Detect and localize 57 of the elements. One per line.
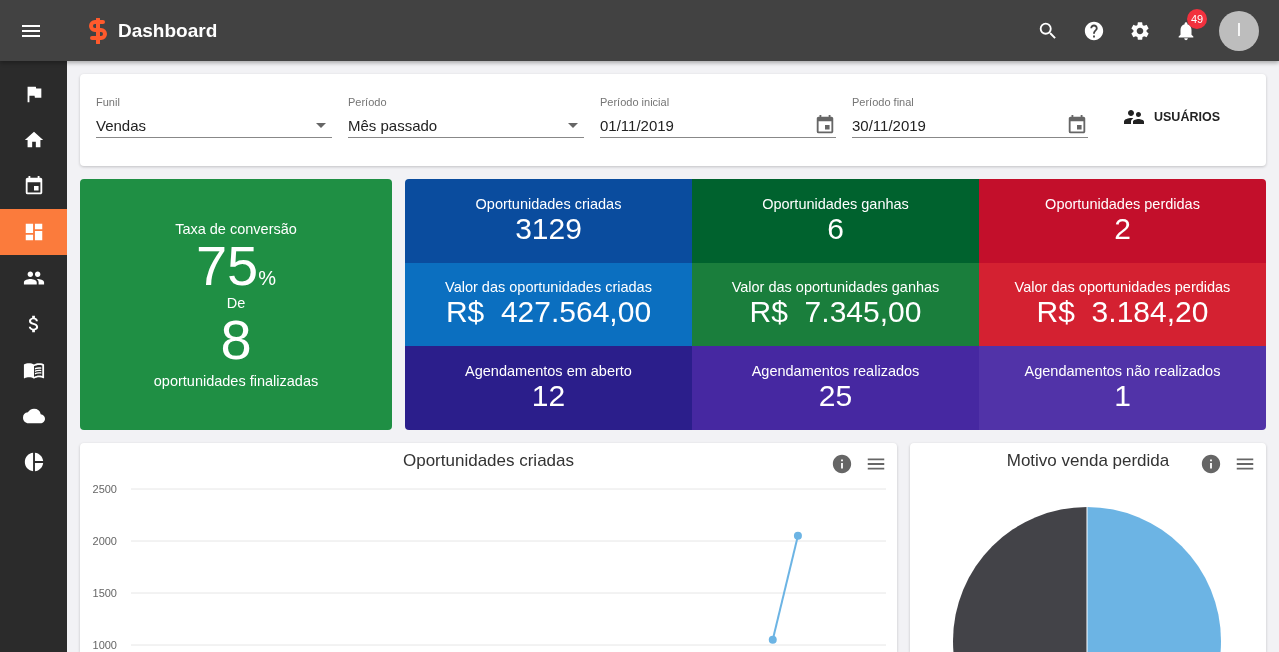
connector-text: De xyxy=(226,294,246,311)
info-icon[interactable] xyxy=(831,453,853,475)
chart-title: Motivo venda perdida xyxy=(1006,451,1170,470)
help-icon[interactable] xyxy=(1083,19,1105,42)
stat-value: 6 xyxy=(827,211,844,246)
stat-label: Valor das oportunidades perdidas xyxy=(1014,279,1231,296)
field-value: Mês passado xyxy=(348,116,438,134)
stat-value: R$ 3.184,20 xyxy=(1036,295,1209,330)
caret-icon xyxy=(568,122,578,128)
users-button[interactable]: USUÁRIOS xyxy=(1118,97,1224,137)
chart-title: Oportunidades criadas xyxy=(402,451,574,470)
stat-value: 2 xyxy=(1114,211,1131,246)
caret-icon xyxy=(316,122,326,128)
date-field[interactable]: Período inicial 01/11/2019 xyxy=(600,96,836,138)
stat-label: Agendamentos em aberto xyxy=(465,363,632,380)
axis-tick-label: 1500 xyxy=(92,587,117,599)
info-icon[interactable] xyxy=(1200,453,1222,475)
stat-value: 3129 xyxy=(515,211,582,246)
conversion-rate: 75 xyxy=(195,236,259,295)
percent-sign: % xyxy=(258,266,277,290)
select-field[interactable]: Funil Vendas xyxy=(96,96,332,138)
date-field[interactable]: Período final 30/11/2019 xyxy=(852,96,1088,138)
axis-tick-label: 2500 xyxy=(92,483,117,495)
stat-value: R$ 427.564,00 xyxy=(445,295,652,330)
stat-label: Oportunidades criadas xyxy=(475,195,622,212)
field-value: 30/11/2019 xyxy=(852,116,926,134)
stat-value: 12 xyxy=(531,379,566,414)
axis-tick-label: 2000 xyxy=(92,535,117,547)
dollar-logo-icon xyxy=(88,17,108,44)
field-label: Período final xyxy=(852,96,915,108)
notification-badge: 49 xyxy=(1187,8,1207,29)
data-point xyxy=(768,635,777,644)
conversion-title: Taxa de conversão xyxy=(175,220,297,237)
axis-tick-label: 1000 xyxy=(92,639,117,651)
stat-label: Agendamentos não realizados xyxy=(1024,363,1221,380)
finalized-count: 8 xyxy=(220,310,252,369)
settings-icon[interactable] xyxy=(1129,19,1151,42)
calendar-icon xyxy=(814,114,836,136)
field-label: Período inicial xyxy=(600,96,671,108)
pie-chart-icon xyxy=(22,451,45,473)
stat-label: Agendamentos realizados xyxy=(751,363,920,380)
stat-label: Oportunidades ganhas xyxy=(762,195,909,212)
field-label: Período xyxy=(348,96,388,108)
stat-label: Valor das oportunidades ganhas xyxy=(731,279,940,296)
field-value: 01/11/2019 xyxy=(600,116,674,134)
stat-value: 25 xyxy=(818,379,853,414)
stat-value: 1 xyxy=(1114,379,1131,414)
stat-value: R$ 7.345,00 xyxy=(749,295,922,330)
data-point xyxy=(793,531,802,540)
page-title: Dashboard xyxy=(118,19,218,42)
stat-label: Valor das oportunidades criadas xyxy=(445,279,652,296)
conversion-caption: oportunidades finalizadas xyxy=(153,372,319,389)
field-label: Funil xyxy=(96,96,121,108)
select-field[interactable]: Período Mês passado xyxy=(348,96,584,138)
calendar-icon xyxy=(1066,114,1088,136)
field-value: Vendas xyxy=(96,116,147,134)
stat-label: Oportunidades perdidas xyxy=(1045,195,1200,212)
